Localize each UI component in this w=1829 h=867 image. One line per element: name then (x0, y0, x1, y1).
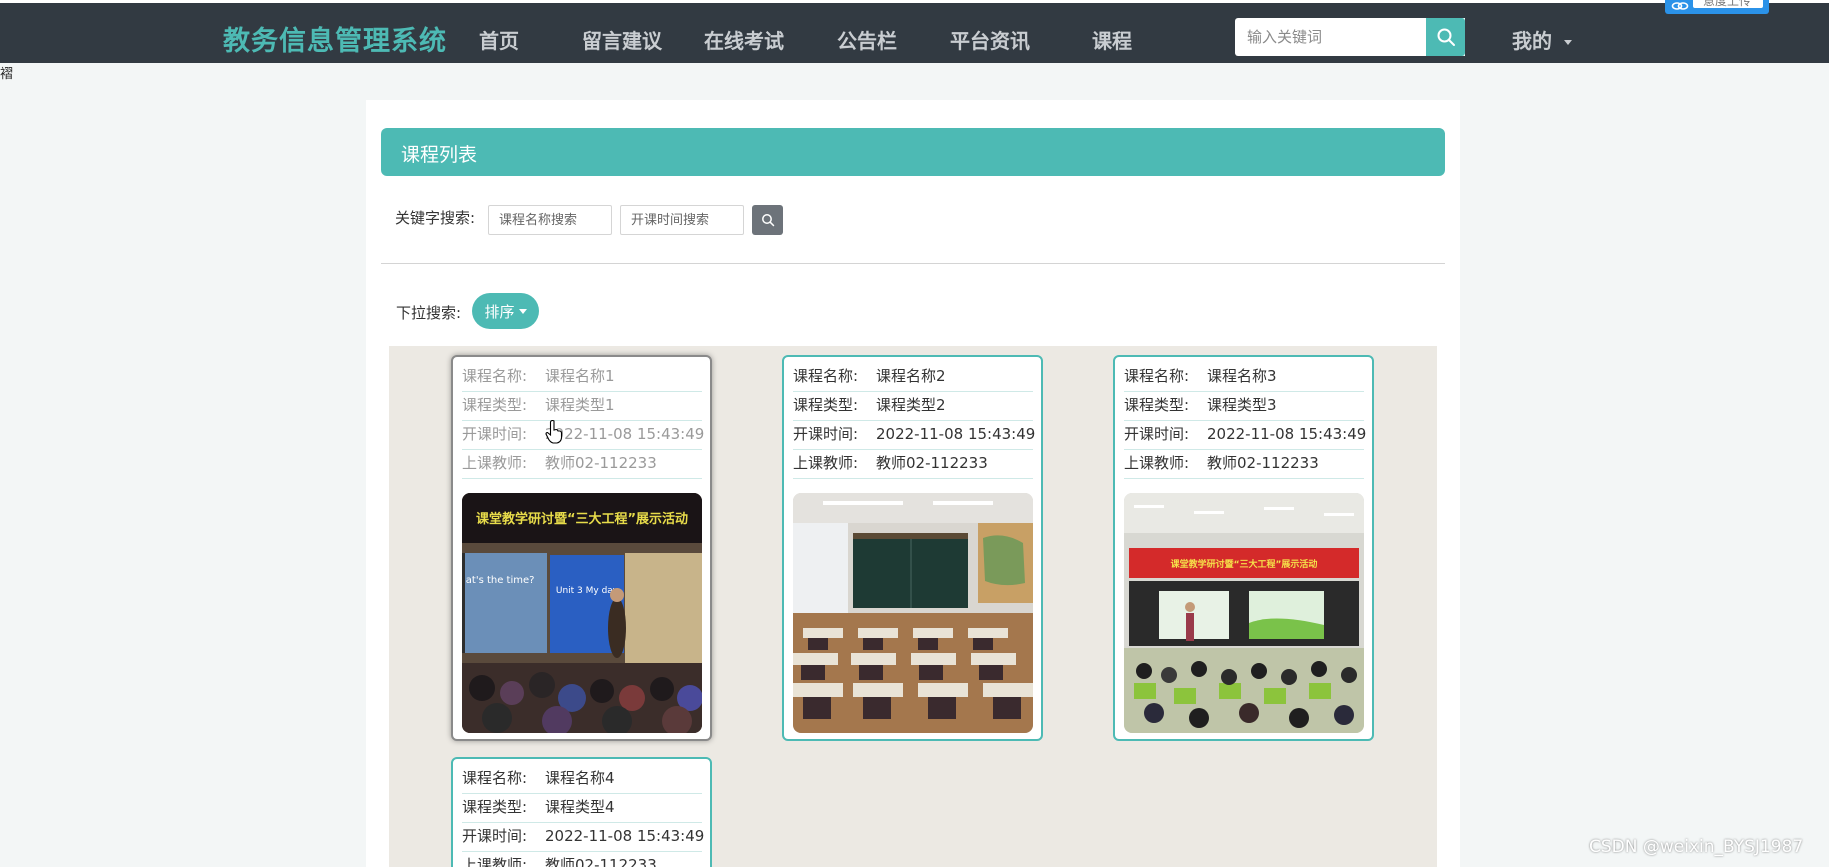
course-type: 课程类型1 (545, 396, 615, 414)
nav-item-news[interactable]: 平台资讯 (950, 25, 1030, 54)
cloud-icon (1671, 2, 1689, 10)
field-label: 课程名称: (793, 367, 859, 385)
card-row-type: 课程类型: 课程类型4 (462, 794, 702, 823)
navbar: 教务信息管理系统 首页 留言建议 在线考试 公告栏 平台资讯 课程 我的 (0, 3, 1829, 63)
field-label: 开课时间: (1124, 425, 1190, 443)
watermark: CSDN @weixin_BYSJ1987 (1589, 837, 1804, 857)
card-row-time: 开课时间: 2022-11-08 15:43:49 (793, 421, 1036, 450)
course-image[interactable]: 课堂教学研讨暨“三大工程”展示活动 (1124, 493, 1364, 733)
chevron-down-icon (1564, 40, 1572, 45)
course-name: 课程名称2 (876, 367, 946, 385)
field-label: 课程类型: (793, 396, 859, 414)
keyword-search-button[interactable] (752, 205, 783, 235)
course-name: 课程名称1 (545, 367, 615, 385)
field-label: 开课时间: (462, 425, 528, 443)
course-time-search-input[interactable] (620, 205, 744, 235)
course-teacher: 教师02-112233 (545, 454, 657, 472)
card-row-name: 课程名称: 课程名称2 (793, 363, 1033, 392)
screen-text: Unit 3 My day (556, 586, 619, 596)
field-label: 课程类型: (462, 798, 528, 816)
course-type: 课程类型4 (545, 798, 615, 816)
sort-dropdown-button[interactable]: 排序 (472, 293, 539, 329)
course-name: 课程名称3 (1207, 367, 1277, 385)
course-image[interactable] (793, 493, 1033, 733)
field-label: 课程类型: (462, 396, 528, 414)
field-label: 开课时间: (462, 827, 528, 845)
brand-title[interactable]: 教务信息管理系统 (223, 19, 447, 58)
screen-text: What's the time? (462, 575, 534, 586)
card-row-name: 课程名称: 课程名称3 (1124, 363, 1364, 392)
course-type: 课程类型2 (876, 396, 946, 414)
divider (381, 263, 1445, 264)
mine-label: 我的 (1512, 29, 1552, 53)
course-card[interactable]: 课程名称: 课程名称3 课程类型: 课程类型3 开课时间: 2022-11-08 15… (1113, 355, 1374, 741)
course-card[interactable]: 课程名称: 课程名称2 课程类型: 课程类型2 开课时间: 2022-11-08 15… (782, 355, 1043, 741)
banner-text: 课堂教学研讨暨“三大工程”展示活动 (1171, 558, 1318, 570)
upload-badge-label: 意度上传 (1693, 0, 1763, 8)
caret-down-icon (518, 308, 527, 314)
nav-item-online-exam[interactable]: 在线考试 (704, 25, 784, 54)
course-teacher: 教师02-112233 (545, 856, 657, 867)
sort-label: 排序 (484, 302, 515, 321)
card-row-teacher: 上课教师: 教师02-112233 (1124, 450, 1364, 479)
course-time: 2022-11-08 15:43:49 (545, 425, 705, 443)
card-row-teacher: 上课教师: 教师02-112233 (462, 450, 702, 479)
field-label: 课程类型: (1124, 396, 1190, 414)
card-row-time: 开课时间: 2022-11-08 15:43:49 (1124, 421, 1367, 450)
course-teacher: 教师02-112233 (876, 454, 988, 472)
course-card[interactable]: 课程名称: 课程名称1 课程类型: 课程类型1 开课时间: 2022-11-08 15… (451, 355, 712, 741)
mine-menu[interactable]: 我的 (1512, 25, 1572, 54)
banner-text: 课堂教学研讨暨“三大工程”展示活动 (476, 511, 688, 527)
field-label: 上课教师: (462, 856, 528, 867)
course-name: 课程名称4 (545, 769, 615, 787)
nav-item-messages[interactable]: 留言建议 (582, 25, 662, 54)
field-label: 开课时间: (793, 425, 859, 443)
field-label: 课程名称: (462, 769, 528, 787)
upload-badge[interactable]: 意度上传 (1665, 0, 1769, 14)
course-card[interactable]: 课程名称: 课程名称4 课程类型: 课程类型4 开课时间: 2022-11-08 15… (451, 757, 712, 867)
card-row-name: 课程名称: 课程名称1 (462, 363, 702, 392)
card-row-type: 课程类型: 课程类型1 (462, 392, 702, 421)
search-icon (761, 214, 774, 227)
card-row-time: 开课时间: 2022-11-08 15:43:49 (462, 823, 705, 852)
empty-classroom-photo (793, 493, 1033, 733)
course-name-search-input[interactable] (488, 205, 612, 235)
search-button[interactable] (1426, 18, 1465, 56)
card-row-time: 开课时间: 2022-11-08 15:43:49 (462, 421, 705, 450)
corner-glyph: 褶 (0, 67, 14, 82)
course-time: 2022-11-08 15:43:49 (545, 827, 705, 845)
card-row-teacher: 上课教师: 教师02-112233 (793, 450, 1033, 479)
course-type: 课程类型3 (1207, 396, 1277, 414)
field-label: 上课教师: (1124, 454, 1190, 472)
nav-item-courses[interactable]: 课程 (1092, 25, 1132, 54)
card-row-name: 课程名称: 课程名称4 (462, 765, 702, 794)
card-row-type: 课程类型: 课程类型3 (1124, 392, 1364, 421)
field-label: 上课教师: (462, 454, 528, 472)
card-row-teacher: 上课教师: 教师02-112233 (462, 852, 702, 867)
course-time: 2022-11-08 15:43:49 (876, 425, 1036, 443)
field-label: 课程名称: (462, 367, 528, 385)
nav-item-notice-board[interactable]: 公告栏 (837, 25, 897, 54)
classroom-lesson-photo: 课堂教学研讨暨“三大工程”展示活动 (1124, 493, 1364, 733)
page-title: 课程列表 (401, 144, 478, 166)
card-row-type: 课程类型: 课程类型2 (793, 392, 1033, 421)
field-label: 上课教师: (793, 454, 859, 472)
keyword-search-label: 关键字搜索: (395, 209, 476, 227)
course-teacher: 教师02-112233 (1207, 454, 1319, 472)
panel-title-bar (381, 128, 1445, 176)
course-time: 2022-11-08 15:43:49 (1207, 425, 1367, 443)
field-label: 课程名称: (1124, 367, 1190, 385)
search-icon (1437, 28, 1455, 46)
classroom-presentation-photo: 课堂教学研讨暨“三大工程”展示活动 What's the time? Unit … (462, 493, 702, 733)
hand-cursor-icon (545, 420, 563, 444)
dropdown-search-label: 下拉搜索: (396, 304, 462, 322)
course-image[interactable]: 课堂教学研讨暨“三大工程”展示活动 What's the time? Unit … (462, 493, 702, 733)
nav-item-home[interactable]: 首页 (479, 25, 519, 54)
